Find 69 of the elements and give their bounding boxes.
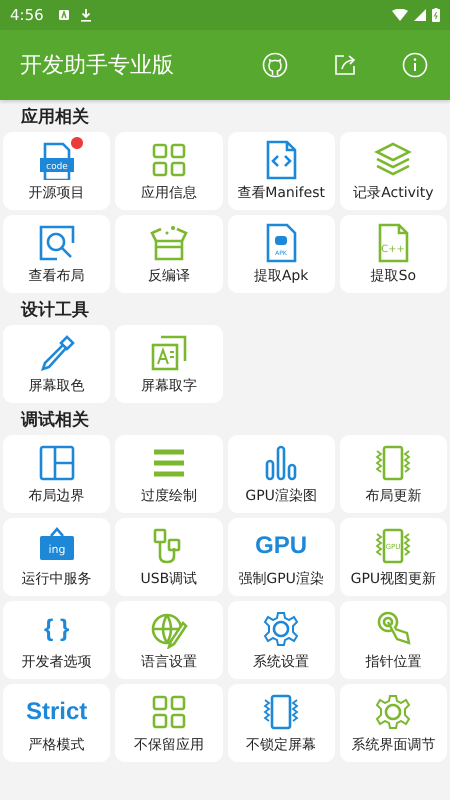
tile-label: 布局边界	[28, 488, 85, 505]
tool-tile[interactable]: 布局更新	[340, 435, 447, 513]
tile-label: 布局更新	[365, 488, 422, 505]
tool-tile[interactable]: 系统设置	[228, 601, 335, 679]
wifi-icon	[392, 9, 408, 21]
tile-label: 提取Apk	[254, 268, 308, 285]
tool-tile[interactable]: 不锁定屏幕	[228, 684, 335, 762]
tool-tile[interactable]: ing 运行中服务	[3, 518, 110, 596]
tool-tile[interactable]: 屏幕取色	[3, 325, 110, 403]
notification-icon	[58, 9, 70, 21]
tile-label: 不锁定屏幕	[246, 737, 316, 754]
tile-label: 查看布局	[28, 268, 85, 285]
tool-tile[interactable]: 系统界面调节	[340, 684, 447, 762]
tile-label: 提取So	[370, 268, 416, 285]
tile-label: 反编译	[148, 268, 190, 285]
tool-tile[interactable]: 查看布局	[3, 215, 110, 293]
tool-tile[interactable]: code 开源项目	[3, 132, 110, 210]
tile-label: 严格模式	[28, 737, 85, 754]
tile-label: 开源项目	[28, 185, 85, 202]
tool-tile[interactable]: 记录Activity	[340, 132, 447, 210]
section-title: 设计工具	[20, 299, 90, 322]
tool-tile[interactable]: GPU渲染图	[228, 435, 335, 513]
icon-text: Strict	[26, 697, 88, 727]
section-title: 调试相关	[20, 409, 90, 432]
section-title: 应用相关	[20, 106, 90, 129]
icon-label: code	[46, 162, 68, 172]
tile-label: 系统界面调节	[351, 737, 436, 754]
battery-icon	[432, 8, 440, 22]
icon-label: C++	[382, 244, 406, 255]
tile-label: GPU视图更新	[350, 571, 436, 588]
tile-label: 系统设置	[253, 654, 310, 671]
tool-tile[interactable]: 反编译	[115, 215, 222, 293]
tile-label: 查看Manifest	[237, 185, 325, 202]
download-icon	[80, 8, 92, 22]
info-icon[interactable]	[402, 52, 428, 78]
tool-tile[interactable]: 不保留应用	[115, 684, 222, 762]
tile-label: 屏幕取字	[140, 378, 197, 395]
tool-tile[interactable]: { } 开发者选项	[3, 601, 110, 679]
icon-text: { }	[44, 614, 70, 644]
tile-label: 不保留应用	[134, 737, 204, 754]
tool-tile[interactable]: GPU 强制GPU渲染	[228, 518, 335, 596]
tile-label: USB调试	[140, 571, 198, 588]
tile-label: 强制GPU渲染	[238, 571, 324, 588]
app-title: 开发助手专业版	[20, 52, 175, 80]
github-icon[interactable]	[262, 52, 288, 78]
tool-tile[interactable]: 屏幕取字	[115, 325, 222, 403]
tile-label: 开发者选项	[22, 654, 92, 671]
tile-label: 过度绘制	[140, 488, 197, 505]
tool-tile[interactable]: 布局边界	[3, 435, 110, 513]
tile-label: 应用信息	[140, 185, 197, 202]
tool-tile[interactable]: USB调试	[115, 518, 222, 596]
share-icon[interactable]	[332, 52, 358, 78]
tile-label: 运行中服务	[22, 571, 92, 588]
icon-text: GPU	[255, 531, 308, 561]
tile-label: 记录Activity	[353, 185, 434, 202]
tool-tile[interactable]: 查看Manifest	[228, 132, 335, 210]
tool-tile[interactable]: 语言设置	[115, 601, 222, 679]
tile-label: 指针位置	[365, 654, 422, 671]
tile-label: 屏幕取色	[28, 378, 85, 395]
signal-icon	[414, 9, 426, 21]
status-time: 4:56	[10, 6, 44, 24]
tile-label: 语言设置	[140, 654, 197, 671]
tool-tile[interactable]: 过度绘制	[115, 435, 222, 513]
tool-tile[interactable]: 应用信息	[115, 132, 222, 210]
tool-tile[interactable]: Strict 严格模式	[3, 684, 110, 762]
tool-tile[interactable]: C++ 提取So	[340, 215, 447, 293]
tile-label: GPU渲染图	[245, 488, 317, 505]
tool-tile[interactable]: 指针位置	[340, 601, 447, 679]
icon-label: ing	[48, 543, 66, 556]
